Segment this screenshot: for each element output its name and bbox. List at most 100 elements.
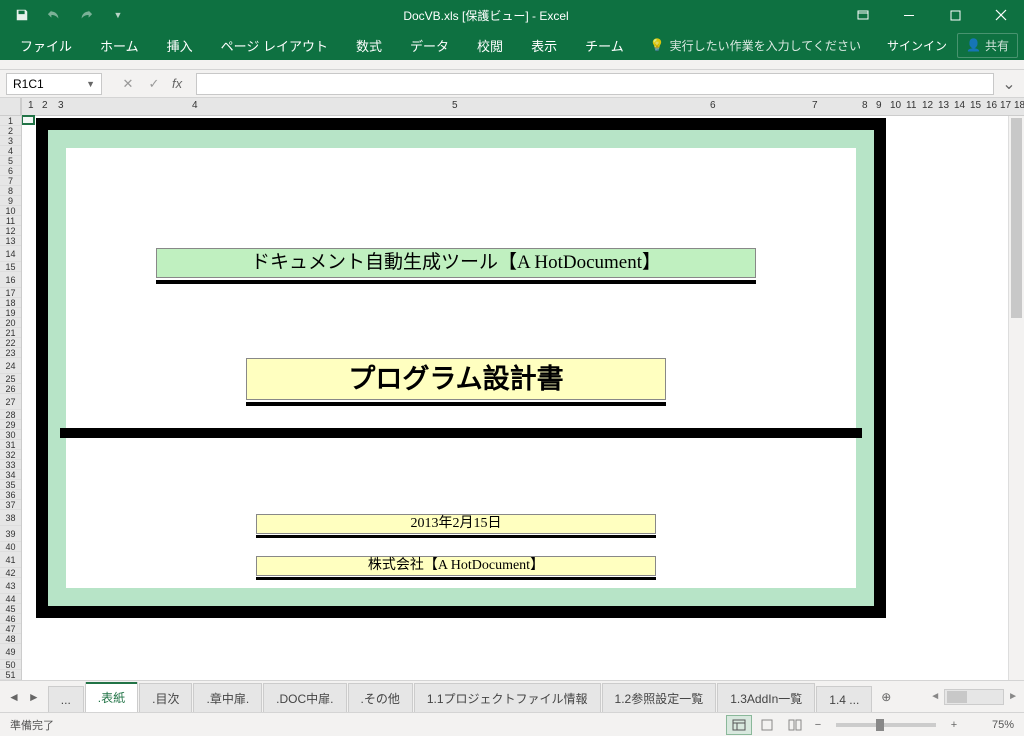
ribbon-tab-チーム[interactable]: チーム — [571, 30, 638, 61]
row-header[interactable]: 8 — [0, 186, 21, 196]
column-header[interactable]: 5 — [452, 100, 458, 111]
row-header[interactable]: 33 — [0, 460, 21, 470]
row-header[interactable]: 48 — [0, 634, 21, 644]
row-header[interactable]: 21 — [0, 328, 21, 338]
minimize-button[interactable] — [886, 0, 932, 30]
column-header[interactable]: 3 — [58, 100, 64, 111]
ribbon-tab-ホーム[interactable]: ホーム — [86, 30, 153, 61]
row-header[interactable]: 17 — [0, 288, 21, 298]
sheet-tab[interactable]: ... — [48, 686, 84, 713]
tab-next-icon[interactable]: ► — [28, 690, 40, 704]
row-header[interactable]: 19 — [0, 308, 21, 318]
ribbon-display-icon[interactable] — [840, 0, 886, 30]
maximize-button[interactable] — [932, 0, 978, 30]
sheet-tab[interactable]: .章中扉. — [193, 683, 262, 713]
slider-thumb[interactable] — [876, 719, 884, 731]
tell-me-search[interactable]: 💡 実行したい作業を入力してください — [650, 37, 861, 54]
row-header[interactable]: 42 — [0, 568, 21, 578]
share-button[interactable]: 👤 共有 — [957, 33, 1018, 58]
column-header[interactable]: 9 — [876, 100, 882, 111]
tab-prev-icon[interactable]: ◄ — [8, 690, 20, 704]
row-header[interactable]: 45 — [0, 604, 21, 614]
ribbon-tab-校閲[interactable]: 校閲 — [463, 30, 517, 61]
row-header[interactable]: 34 — [0, 470, 21, 480]
column-header[interactable]: 18 — [1014, 100, 1024, 111]
row-header[interactable]: 32 — [0, 450, 21, 460]
ribbon-tab-ファイル[interactable]: ファイル — [6, 30, 86, 61]
zoom-in-button[interactable]: + — [946, 719, 962, 731]
sheet-tab[interactable]: .目次 — [139, 683, 192, 713]
row-header[interactable]: 49 — [0, 644, 21, 660]
sheet-tab[interactable]: 1.4 ... — [816, 686, 872, 713]
row-header[interactable]: 39 — [0, 526, 21, 542]
row-header[interactable]: 26 — [0, 384, 21, 394]
sheet-tab[interactable]: .DOC中扉. — [263, 683, 346, 713]
normal-view-icon[interactable] — [726, 715, 752, 735]
row-header[interactable]: 6 — [0, 166, 21, 176]
row-header[interactable]: 29 — [0, 420, 21, 430]
signin-link[interactable]: サインイン — [887, 37, 947, 54]
row-header[interactable]: 13 — [0, 236, 21, 246]
row-header[interactable]: 12 — [0, 226, 21, 236]
ribbon-tab-データ[interactable]: データ — [396, 30, 463, 61]
column-header[interactable]: 7 — [812, 100, 818, 111]
row-header[interactable]: 35 — [0, 480, 21, 490]
row-header[interactable]: 47 — [0, 624, 21, 634]
close-button[interactable] — [978, 0, 1024, 30]
column-header[interactable]: 13 — [938, 100, 949, 111]
row-header[interactable]: 10 — [0, 206, 21, 216]
column-header[interactable]: 2 — [42, 100, 48, 111]
row-header[interactable]: 37 — [0, 500, 21, 510]
column-header[interactable]: 8 — [862, 100, 868, 111]
column-header[interactable]: 15 — [970, 100, 981, 111]
fx-label[interactable]: fx — [172, 76, 182, 91]
sheet-tab[interactable]: 1.2参照設定一覧 — [602, 683, 717, 713]
row-header[interactable]: 22 — [0, 338, 21, 348]
row-header[interactable]: 25 — [0, 374, 21, 384]
ribbon-tab-表示[interactable]: 表示 — [517, 30, 571, 61]
column-header[interactable]: 10 — [890, 100, 901, 111]
cancel-formula-icon[interactable]: ✕ — [116, 73, 140, 95]
page-layout-view-icon[interactable] — [754, 715, 780, 735]
row-header[interactable]: 44 — [0, 594, 21, 604]
row-header[interactable]: 7 — [0, 176, 21, 186]
column-header[interactable]: 6 — [710, 100, 716, 111]
sheet-tab[interactable]: .その他 — [348, 683, 413, 713]
row-header[interactable]: 18 — [0, 298, 21, 308]
ribbon-tab-ページ レイアウト[interactable]: ページ レイアウト — [207, 30, 342, 61]
row-header[interactable]: 46 — [0, 614, 21, 624]
ribbon-tab-挿入[interactable]: 挿入 — [153, 30, 207, 61]
scroll-thumb[interactable] — [947, 691, 967, 703]
undo-icon[interactable] — [40, 1, 68, 29]
sheet-tab[interactable]: .表紙 — [85, 682, 138, 713]
add-sheet-button[interactable]: ⊕ — [873, 686, 899, 708]
row-header[interactable]: 40 — [0, 542, 21, 552]
column-header[interactable]: 4 — [192, 100, 198, 111]
expand-formula-icon[interactable]: ⌄ — [1000, 74, 1018, 94]
column-header[interactable]: 14 — [954, 100, 965, 111]
row-header[interactable]: 5 — [0, 156, 21, 166]
row-header[interactable]: 2 — [0, 126, 21, 136]
vertical-scrollbar[interactable] — [1008, 116, 1024, 680]
save-icon[interactable] — [8, 1, 36, 29]
row-header[interactable]: 36 — [0, 490, 21, 500]
scroll-thumb[interactable] — [1011, 118, 1022, 318]
ribbon-tab-数式[interactable]: 数式 — [342, 30, 396, 61]
name-box[interactable]: R1C1 ▼ — [6, 73, 102, 95]
row-header[interactable]: 14 — [0, 246, 21, 262]
row-header[interactable]: 20 — [0, 318, 21, 328]
row-header[interactable]: 11 — [0, 216, 21, 226]
row-header[interactable]: 38 — [0, 510, 21, 526]
row-header[interactable]: 43 — [0, 578, 21, 594]
sheet-tab[interactable]: 1.3AddIn一覧 — [717, 683, 815, 713]
column-header[interactable]: 11 — [906, 100, 916, 111]
row-header[interactable]: 30 — [0, 430, 21, 440]
redo-icon[interactable] — [72, 1, 100, 29]
select-all-corner[interactable] — [0, 98, 21, 116]
row-header[interactable]: 28 — [0, 410, 21, 420]
column-header[interactable]: 17 — [1000, 100, 1011, 111]
row-header[interactable]: 15 — [0, 262, 21, 272]
zoom-slider[interactable] — [836, 723, 936, 727]
zoom-out-button[interactable]: − — [810, 719, 826, 731]
formula-input[interactable] — [196, 73, 994, 95]
